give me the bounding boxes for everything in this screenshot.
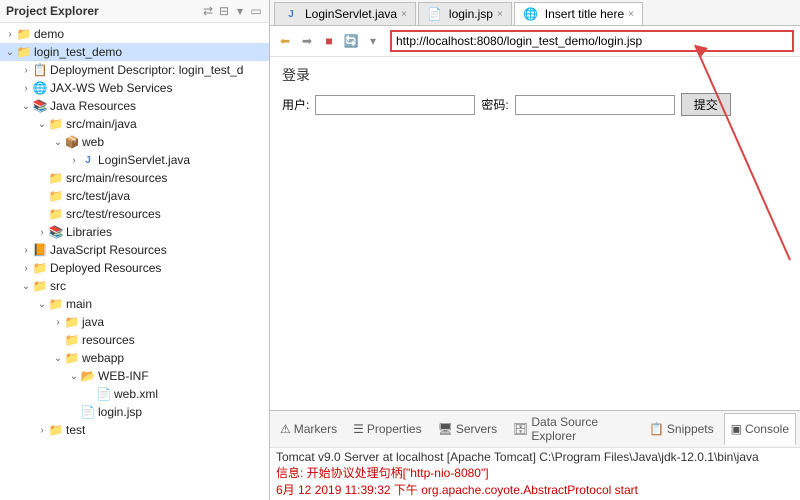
tree-project-demo[interactable]: ›📁demo <box>0 25 269 43</box>
collapse-all-icon[interactable]: ⊟ <box>217 4 231 18</box>
tree-jaxws[interactable]: ›🌐JAX-WS Web Services <box>0 79 269 97</box>
link-editor-icon[interactable]: ⇄ <box>201 4 215 18</box>
view-menu-icon[interactable]: ▾ <box>233 4 247 18</box>
explorer-header: Project Explorer ⇄ ⊟ ▾ ▭ <box>0 0 269 23</box>
console-icon: ▣ <box>731 422 742 436</box>
password-label: 密码: <box>481 96 508 113</box>
explorer-title: Project Explorer <box>6 4 201 18</box>
tree-resources-folder[interactable]: 📁resources <box>0 331 269 349</box>
username-input[interactable] <box>315 95 475 115</box>
bottom-tabs: ⚠Markers ☰Properties 🖥Servers 🗄Data Sour… <box>270 411 800 448</box>
user-label: 用户: <box>282 96 309 113</box>
globe-icon: 🌐 <box>523 6 539 22</box>
tree-libraries[interactable]: ›📚Libraries <box>0 223 269 241</box>
tree-project-login-test-demo[interactable]: ⌄📁login_test_demo <box>0 43 269 61</box>
tree-file-loginjsp[interactable]: 📄login.jsp <box>0 403 269 421</box>
stop-icon[interactable]: ■ <box>320 32 338 50</box>
url-bar-highlight <box>390 30 794 52</box>
tree-deployment-descriptor[interactable]: ›📋Deployment Descriptor: login_test_d <box>0 61 269 79</box>
forward-icon[interactable]: ➡ <box>298 32 316 50</box>
project-explorer-panel: Project Explorer ⇄ ⊟ ▾ ▭ ›📁demo ⌄📁login_… <box>0 0 270 500</box>
bottom-panel: ⚠Markers ☰Properties 🖥Servers 🗄Data Sour… <box>270 410 800 500</box>
tree-file-webxml[interactable]: 📄web.xml <box>0 385 269 403</box>
tree-src-folder[interactable]: ⌄📁src <box>0 277 269 295</box>
console-content[interactable]: Tomcat v9.0 Server at localhost [Apache … <box>270 448 800 500</box>
tree-package-web[interactable]: ⌄📦web <box>0 133 269 151</box>
database-icon: 🗄 <box>513 422 528 436</box>
tree-java-resources[interactable]: ⌄📚Java Resources <box>0 97 269 115</box>
password-input[interactable] <box>515 95 675 115</box>
tab-servers[interactable]: 🖥Servers <box>432 413 504 445</box>
tree-src-test-java[interactable]: 📁src/test/java <box>0 187 269 205</box>
console-process-title: Tomcat v9.0 Server at localhost [Apache … <box>276 450 794 464</box>
java-file-icon: J <box>283 6 299 22</box>
tree-file-loginservlet[interactable]: ›JLoginServlet.java <box>0 151 269 169</box>
browser-viewport: 登录 用户: 密码: 提交 <box>270 57 800 410</box>
tree-main-folder[interactable]: ⌄📁main <box>0 295 269 313</box>
editor-pane: JLoginServlet.java× 📄login.jsp× 🌐Insert … <box>270 0 800 500</box>
tab-loginservlet[interactable]: JLoginServlet.java× <box>274 2 416 25</box>
project-tree[interactable]: ›📁demo ⌄📁login_test_demo ›📋Deployment De… <box>0 23 269 500</box>
tree-java-folder[interactable]: ›📁java <box>0 313 269 331</box>
login-form: 用户: 密码: 提交 <box>282 93 788 116</box>
tab-console[interactable]: ▣Console <box>724 413 796 445</box>
tree-js-resources[interactable]: ›📙JavaScript Resources <box>0 241 269 259</box>
markers-icon: ⚠ <box>280 422 291 436</box>
tab-loginjsp[interactable]: 📄login.jsp× <box>418 2 512 25</box>
tree-webinf-folder[interactable]: ⌄📂WEB-INF <box>0 367 269 385</box>
go-icon[interactable]: ▾ <box>364 32 382 50</box>
submit-button[interactable]: 提交 <box>681 93 731 116</box>
console-line: 6月 12 2019 11:39:32 下午 org.apache.coyote… <box>276 481 794 498</box>
tab-browser[interactable]: 🌐Insert title here× <box>514 2 643 25</box>
tree-webapp-folder[interactable]: ⌄📁webapp <box>0 349 269 367</box>
tree-src-test-resources[interactable]: 📁src/test/resources <box>0 205 269 223</box>
login-heading: 登录 <box>282 65 788 85</box>
jsp-file-icon: 📄 <box>427 6 443 22</box>
tab-properties[interactable]: ☰Properties <box>347 413 427 445</box>
tab-snippets[interactable]: 📋Snippets <box>643 413 720 445</box>
tab-data-source-explorer[interactable]: 🗄Data Source Explorer <box>507 413 639 445</box>
close-icon[interactable]: × <box>497 9 503 20</box>
snippets-icon: 📋 <box>649 422 664 436</box>
editor-tabs: JLoginServlet.java× 📄login.jsp× 🌐Insert … <box>270 0 800 26</box>
close-icon[interactable]: × <box>628 9 634 20</box>
close-icon[interactable]: × <box>401 9 407 20</box>
tree-deployed-resources[interactable]: ›📁Deployed Resources <box>0 259 269 277</box>
refresh-icon[interactable]: 🔄 <box>342 32 360 50</box>
properties-icon: ☰ <box>353 422 364 436</box>
back-icon[interactable]: ⬅ <box>276 32 294 50</box>
tab-markers[interactable]: ⚠Markers <box>274 413 343 445</box>
console-line: 信息: 开始协议处理句柄["http-nio-8080"] <box>276 464 794 481</box>
tree-src-main-resources[interactable]: 📁src/main/resources <box>0 169 269 187</box>
tree-src-main-java[interactable]: ⌄📁src/main/java <box>0 115 269 133</box>
url-input[interactable] <box>396 34 788 48</box>
browser-toolbar: ⬅ ➡ ■ 🔄 ▾ <box>270 26 800 57</box>
minimize-icon[interactable]: ▭ <box>249 4 263 18</box>
tree-test-folder[interactable]: ›📁test <box>0 421 269 439</box>
servers-icon: 🖥 <box>438 422 453 436</box>
